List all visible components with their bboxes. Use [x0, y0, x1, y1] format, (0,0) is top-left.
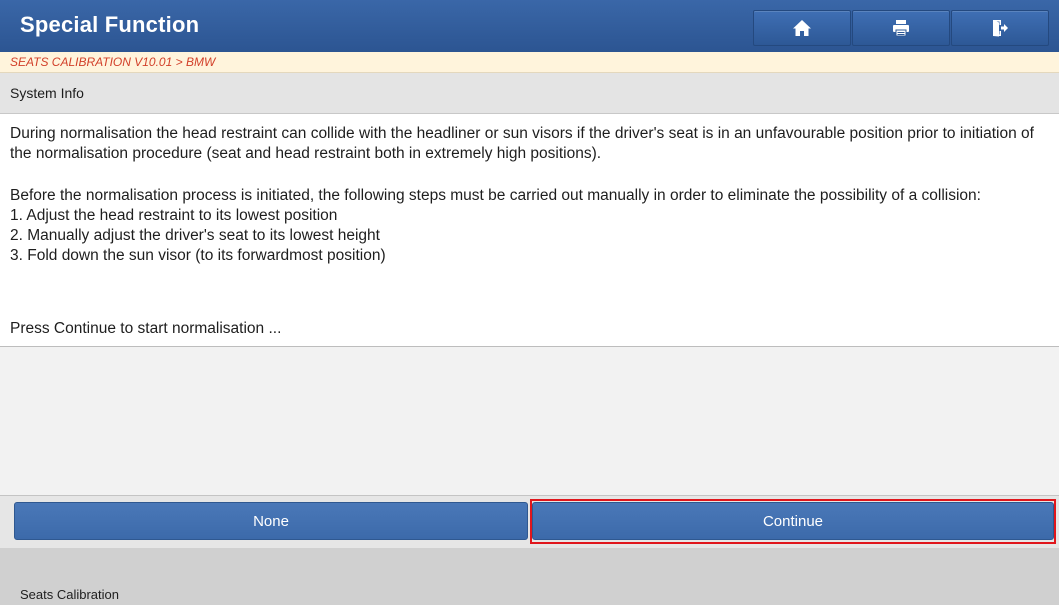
- print-button[interactable]: [852, 10, 950, 46]
- title-bar: Special Function: [0, 0, 1059, 53]
- section-header: System Info: [0, 73, 1059, 114]
- none-button[interactable]: None: [14, 502, 528, 540]
- home-button[interactable]: [753, 10, 851, 46]
- breadcrumb-text: SEATS CALIBRATION V10.01 > BMW: [10, 55, 216, 69]
- message-prompt: Press Continue to start normalisation ..…: [10, 320, 282, 337]
- home-icon: [792, 19, 812, 37]
- print-icon: [892, 19, 910, 37]
- action-bar: None Continue: [0, 496, 1059, 548]
- exit-icon: [991, 19, 1009, 37]
- status-label: Seats Calibration: [20, 587, 119, 602]
- step-item: 1. Adjust the head restraint to its lowe…: [10, 207, 338, 224]
- status-bar: Seats Calibration: [0, 548, 1059, 605]
- step-item: 3. Fold down the sun visor (to its forwa…: [10, 247, 386, 264]
- exit-button[interactable]: [951, 10, 1049, 46]
- section-title: System Info: [10, 85, 84, 101]
- app-window: Special Function SEATS CALIBRATION V10.0…: [0, 0, 1059, 605]
- empty-area: [0, 347, 1059, 496]
- breadcrumb: SEATS CALIBRATION V10.01 > BMW: [0, 52, 1059, 73]
- message-paragraph-1: During normalisation the head restraint …: [10, 125, 1034, 162]
- message-paragraph-2: Before the normalisation process is init…: [10, 186, 1050, 266]
- message-intro: Before the normalisation process is init…: [10, 187, 981, 204]
- continue-button[interactable]: Continue: [532, 502, 1054, 540]
- page-title: Special Function: [20, 12, 200, 37]
- step-item: 2. Manually adjust the driver's seat to …: [10, 227, 380, 244]
- message-panel: During normalisation the head restraint …: [0, 114, 1059, 347]
